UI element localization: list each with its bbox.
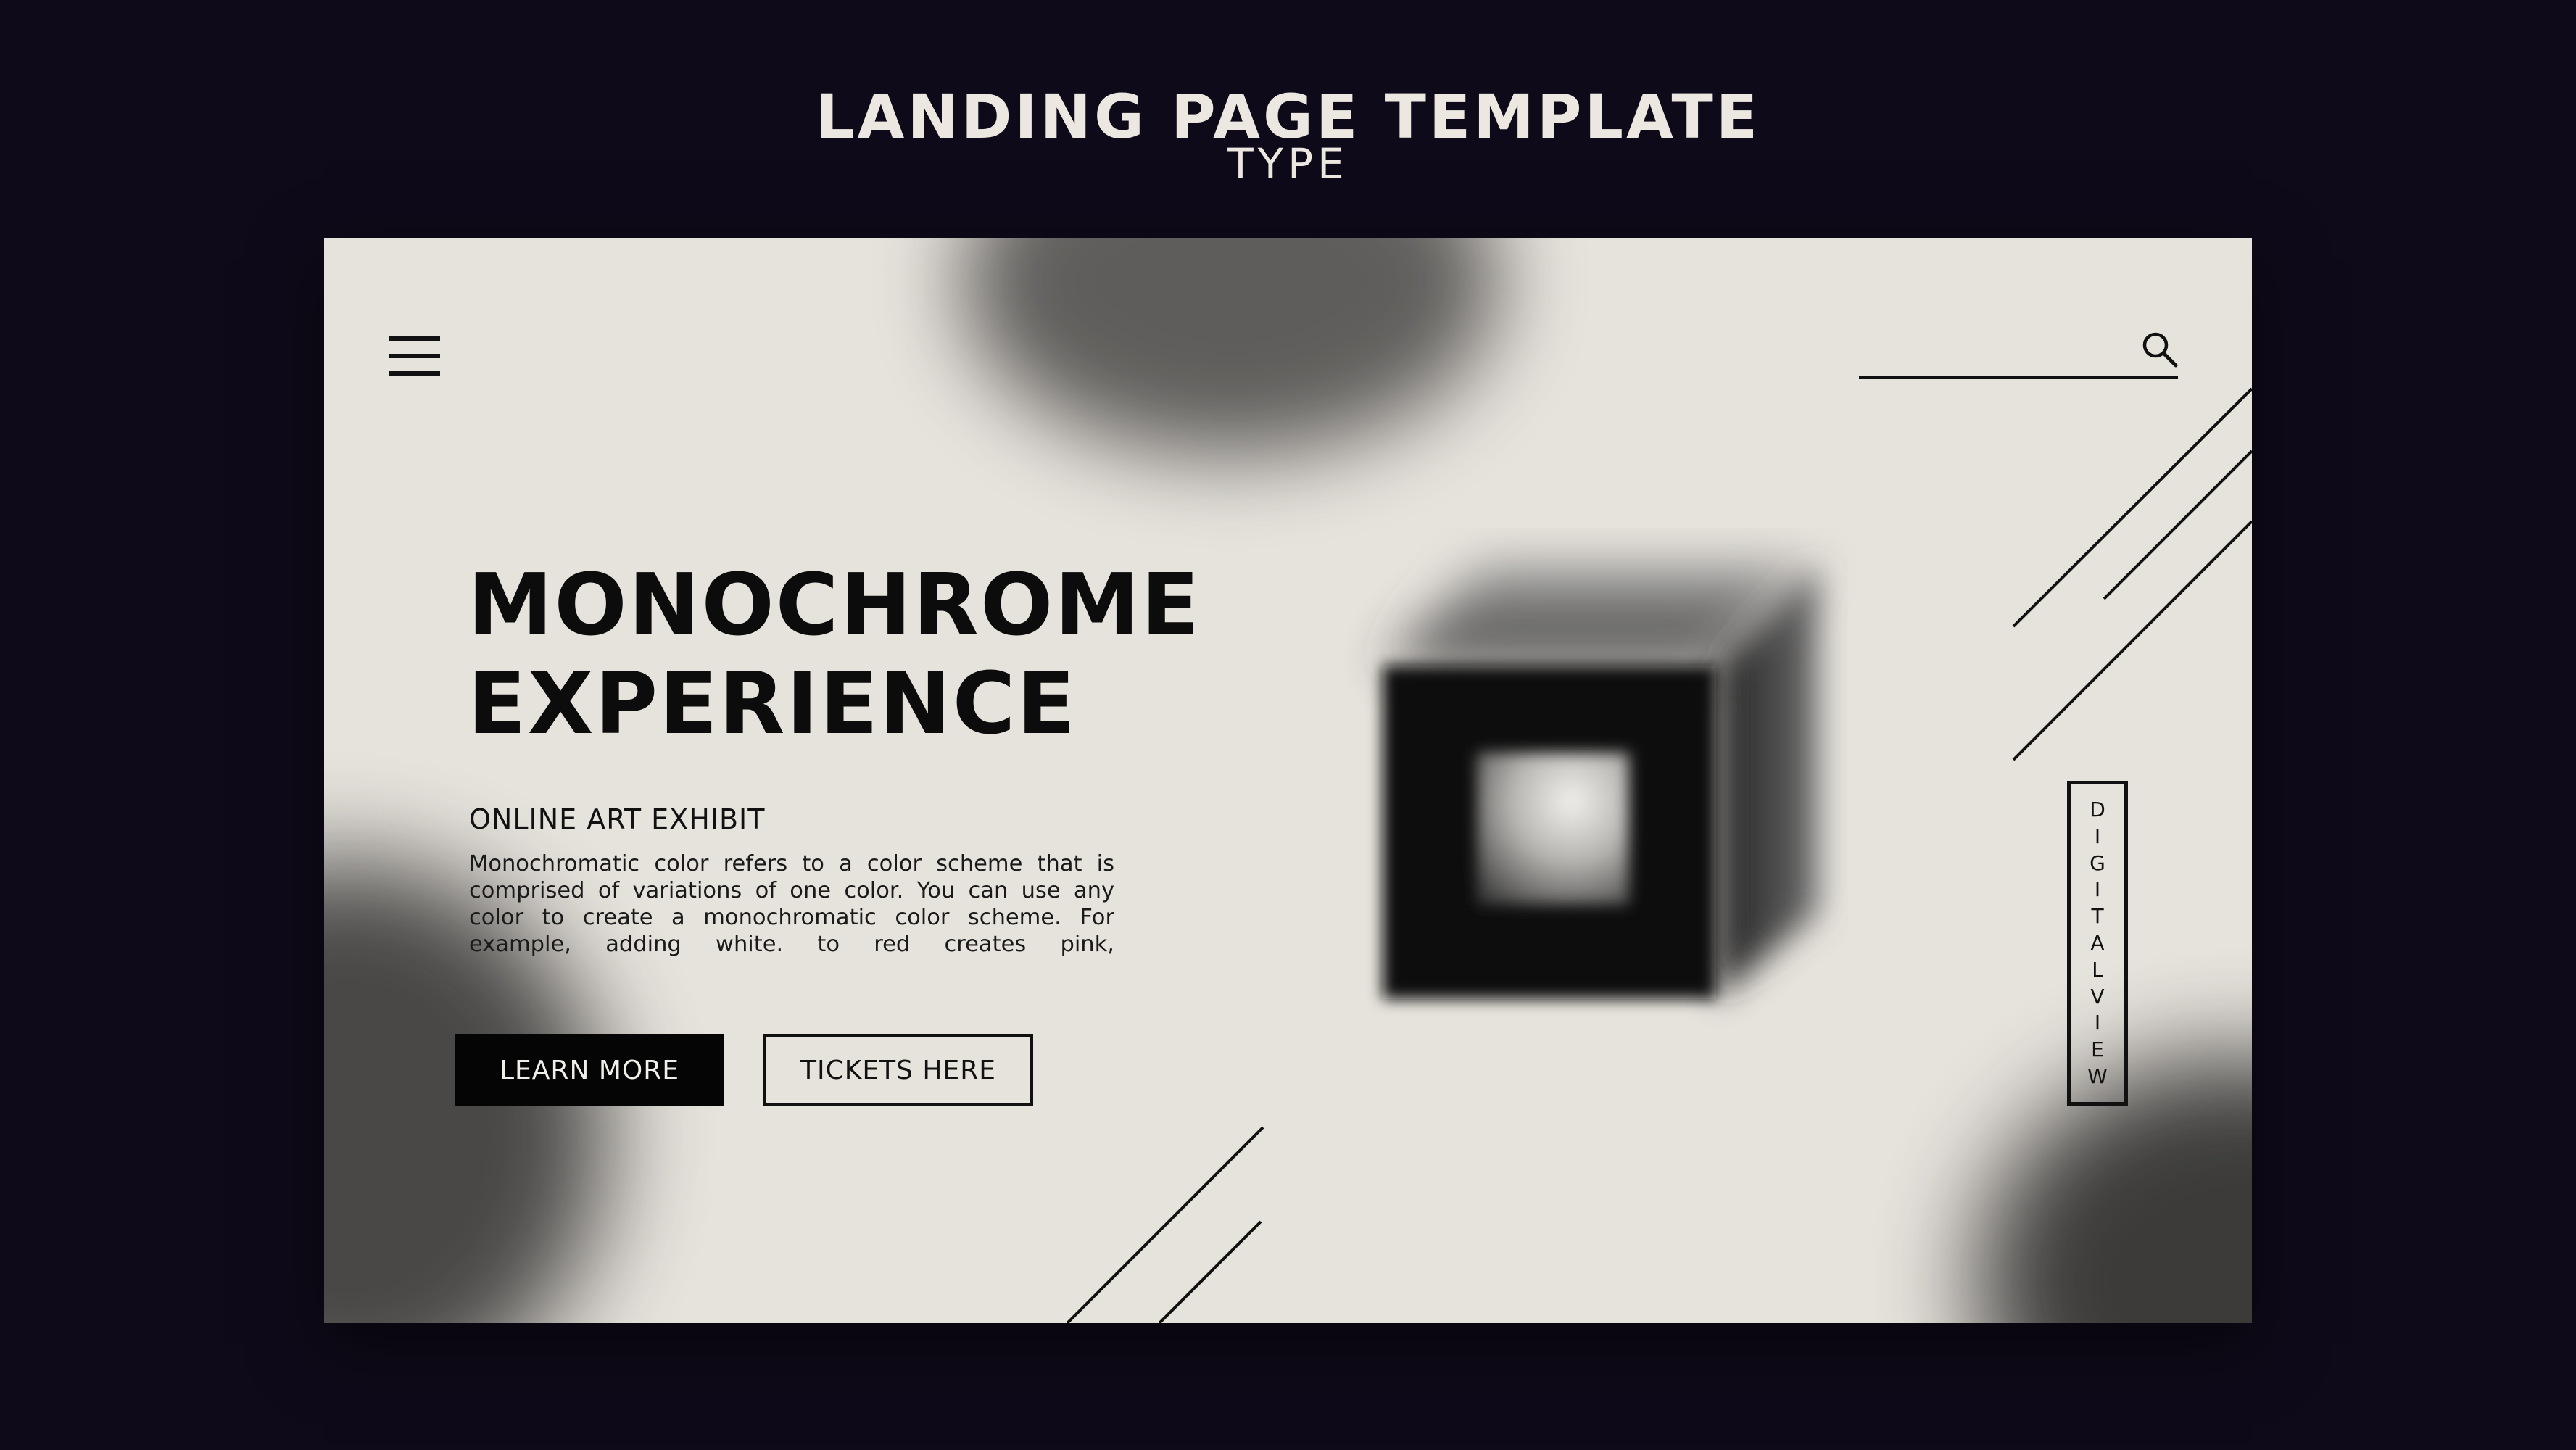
label-letter: I bbox=[2094, 1011, 2101, 1035]
menu-bar bbox=[389, 371, 440, 376]
search-bar bbox=[1859, 323, 2178, 379]
hero-subtitle: ONLINE ART EXHIBIT bbox=[469, 803, 766, 835]
hero-heading: MONOCHROME EXPERIENCE bbox=[468, 555, 1201, 753]
label-letter: D bbox=[2090, 798, 2105, 821]
label-letter: W bbox=[2087, 1064, 2108, 1088]
label-letter: V bbox=[2090, 984, 2105, 1008]
search-input[interactable] bbox=[1859, 323, 2123, 377]
blurred-cube-illustration bbox=[1383, 568, 1818, 999]
label-letter: E bbox=[2091, 1037, 2104, 1062]
search-icon[interactable] bbox=[2138, 328, 2182, 371]
label-letter: L bbox=[2092, 957, 2103, 982]
landing-page-card: MONOCHROME EXPERIENCE ONLINE ART EXHIBIT… bbox=[324, 238, 2252, 1323]
menu-bar bbox=[389, 336, 440, 341]
label-letter: G bbox=[2090, 850, 2105, 875]
label-letter: I bbox=[2094, 877, 2101, 902]
hero-heading-line-1: MONOCHROME bbox=[468, 555, 1201, 655]
learn-more-button[interactable]: LEARN MORE bbox=[455, 1034, 724, 1106]
menu-bar bbox=[389, 354, 440, 358]
label-letter: T bbox=[2091, 904, 2104, 929]
label-letter: I bbox=[2094, 824, 2101, 848]
page-subtitle: TYPE bbox=[1227, 139, 1349, 188]
gradient-blob-top bbox=[962, 238, 1499, 455]
hero-description: Monochromatic color refers to a color sc… bbox=[469, 851, 1114, 957]
hero-heading-line-2: EXPERIENCE bbox=[468, 653, 1077, 753]
hamburger-menu-icon[interactable] bbox=[389, 336, 442, 377]
label-letter: A bbox=[2090, 930, 2105, 955]
digital-view-label: D I G I T A L V I E W bbox=[2067, 781, 2128, 1106]
tickets-button[interactable]: TICKETS HERE bbox=[763, 1034, 1033, 1106]
